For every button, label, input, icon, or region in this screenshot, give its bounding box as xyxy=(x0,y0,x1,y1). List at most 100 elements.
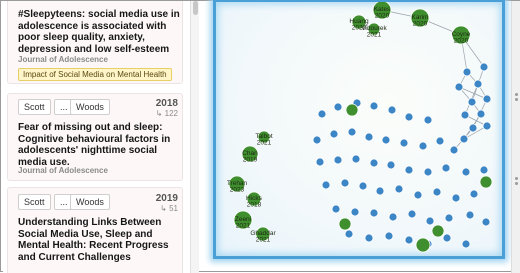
paper-title[interactable]: Understanding Links Between Social Media… xyxy=(18,217,180,263)
paper-node[interactable] xyxy=(333,102,343,112)
paper-node[interactable] xyxy=(468,123,478,133)
paper-node[interactable] xyxy=(329,129,339,139)
paper-node[interactable] xyxy=(479,62,489,72)
paper-node[interactable] xyxy=(384,231,394,241)
side-resize-handle[interactable] xyxy=(511,1,520,273)
paper-title[interactable]: Fear of missing out and sleep: Cognitive… xyxy=(18,122,178,168)
paper-node[interactable] xyxy=(312,135,322,145)
paper-node[interactable] xyxy=(461,167,471,177)
paper-node[interactable] xyxy=(462,67,472,77)
paper-node[interactable] xyxy=(425,216,435,226)
graph-area: Kates 2020 Huang 2020 Vidourek 2021 Karim 2020 C… xyxy=(201,0,511,266)
author-chip[interactable]: Woods xyxy=(70,99,110,115)
paper-node[interactable] xyxy=(479,165,489,175)
paper-journal: Journal of Adolescence xyxy=(18,55,108,64)
paper-node[interactable] xyxy=(461,239,471,249)
paper-node[interactable] xyxy=(321,180,331,190)
paper-node[interactable] xyxy=(364,233,374,243)
paper-node[interactable] xyxy=(350,207,360,217)
paper-node[interactable] xyxy=(451,193,461,203)
paper-card[interactable]: Scott ... Woods 2018 ↳ 122 Fear of missi… xyxy=(7,93,183,181)
paper-node[interactable] xyxy=(444,213,454,223)
node-label: Trehan 2023 xyxy=(227,180,248,194)
paper-node[interactable] xyxy=(345,103,359,117)
paper-node[interactable] xyxy=(358,181,368,191)
paper-node[interactable] xyxy=(432,187,442,197)
paper-node[interactable] xyxy=(317,109,327,119)
node-label: Kates 2020 xyxy=(374,6,391,20)
paper-node[interactable] xyxy=(435,136,445,146)
node-label: Ghaddar 2021 xyxy=(250,230,276,244)
node-label: Karim 2020 xyxy=(412,14,429,28)
paper-title[interactable]: #Sleepyteens: social media use in adoles… xyxy=(18,9,184,55)
paper-node[interactable] xyxy=(442,233,452,243)
paper-node[interactable] xyxy=(467,97,477,107)
node-label: Chan 2019 xyxy=(242,150,258,164)
node-label: Vidourek 2021 xyxy=(361,25,387,39)
paper-node[interactable] xyxy=(404,235,414,245)
citation-count: ↳ 122 xyxy=(155,109,178,118)
paper-node[interactable] xyxy=(387,105,397,115)
paper-node[interactable] xyxy=(415,237,431,253)
paper-node[interactable] xyxy=(331,204,341,214)
paper-node[interactable] xyxy=(404,165,414,175)
paper-year: 2018 xyxy=(155,98,178,109)
app-window: ↳ 703 #Sleepyteens: social media use in … xyxy=(0,0,520,273)
paper-node[interactable] xyxy=(423,167,433,177)
paper-node[interactable] xyxy=(413,190,423,200)
paper-node[interactable] xyxy=(388,212,398,222)
paper-node[interactable] xyxy=(459,134,469,144)
paper-node[interactable] xyxy=(386,160,396,170)
citation-count: ↳ 51 xyxy=(160,204,178,213)
author-chip[interactable]: Woods xyxy=(70,194,110,210)
paper-node[interactable] xyxy=(315,157,325,167)
paper-node[interactable] xyxy=(369,208,379,218)
paper-node[interactable] xyxy=(347,127,357,137)
paper-node[interactable] xyxy=(338,217,352,231)
paper-node[interactable] xyxy=(399,138,409,148)
paper-node[interactable] xyxy=(476,109,486,119)
paper-node[interactable] xyxy=(465,210,475,220)
node-label: Talbot 2021 xyxy=(255,133,273,147)
paper-list[interactable]: ↳ 703 #Sleepyteens: social media use in … xyxy=(3,1,190,273)
paper-node[interactable] xyxy=(449,145,459,155)
paper-node[interactable] xyxy=(364,132,374,142)
author-chip[interactable]: Scott xyxy=(18,194,51,210)
paper-node[interactable] xyxy=(423,115,433,125)
paper-node[interactable] xyxy=(351,154,361,164)
paper-node[interactable] xyxy=(482,94,492,104)
citation-graph-canvas[interactable]: Kates 2020Huang 2020Vidourek 2021Karim 2020C… xyxy=(216,2,502,256)
paper-node[interactable] xyxy=(344,229,354,239)
node-label: Hicks 2018 xyxy=(246,195,263,209)
paper-node[interactable] xyxy=(418,141,428,151)
citation-edge xyxy=(458,86,488,100)
grip-dot xyxy=(515,182,518,185)
paper-node[interactable] xyxy=(473,79,483,89)
citation-graph[interactable]: Kates 2020 Huang 2020 Vidourek 2021 Karim 2020 C… xyxy=(213,0,505,259)
node-label: Coyne 2020 xyxy=(452,31,471,45)
paper-card[interactable]: Scott ... Woods 2019 ↳ 51 Understanding … xyxy=(7,187,183,273)
paper-node[interactable] xyxy=(454,82,464,92)
paper-node[interactable] xyxy=(482,121,492,131)
paper-node[interactable] xyxy=(394,184,404,194)
node-label: Zeeni 2021 xyxy=(235,216,251,230)
scrollbar-thumb[interactable] xyxy=(193,1,198,15)
paper-node[interactable] xyxy=(404,112,414,122)
paper-node[interactable] xyxy=(479,175,493,189)
paper-node[interactable] xyxy=(431,224,445,238)
paper-node[interactable] xyxy=(375,186,385,196)
paper-node[interactable] xyxy=(340,178,350,188)
paper-node[interactable] xyxy=(333,155,343,165)
list-scrollbar[interactable] xyxy=(190,1,199,273)
paper-node[interactable] xyxy=(381,135,391,145)
topic-tag[interactable]: Impact of Social Media on Mental Health xyxy=(18,68,172,81)
paper-node[interactable] xyxy=(441,163,451,173)
paper-card[interactable]: ↳ 703 #Sleepyteens: social media use in … xyxy=(7,1,183,84)
paper-node[interactable] xyxy=(481,217,491,227)
paper-node[interactable] xyxy=(369,158,379,168)
paper-node[interactable] xyxy=(460,110,470,120)
paper-node[interactable] xyxy=(369,101,379,111)
paper-node[interactable] xyxy=(469,189,479,199)
paper-node[interactable] xyxy=(407,209,417,219)
author-chip[interactable]: Scott xyxy=(18,99,51,115)
